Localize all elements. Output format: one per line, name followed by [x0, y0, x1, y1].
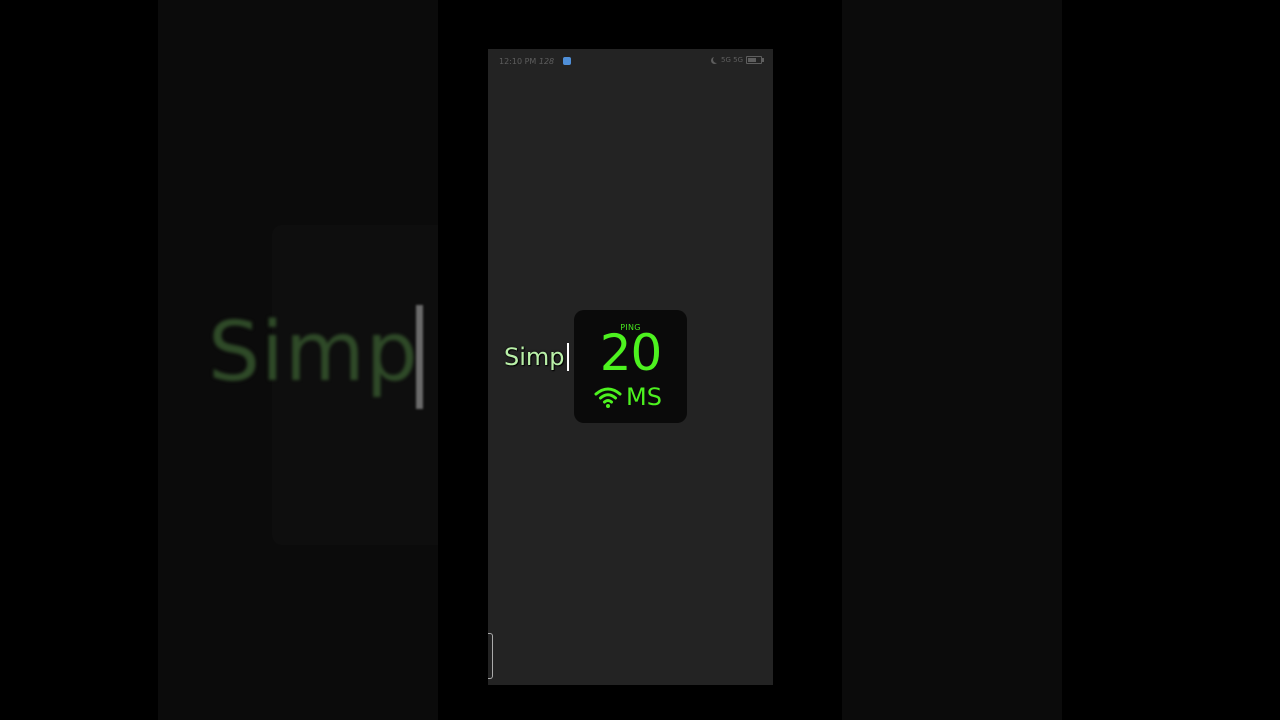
battery-level	[748, 58, 757, 62]
ping-value: 20	[599, 324, 663, 382]
status-bar: 12:10 PM 128 5G 5G	[488, 49, 773, 73]
status-icons: 5G 5G	[711, 56, 764, 64]
notification-app-icon	[563, 57, 571, 65]
status-time: 12:10 PM 128	[499, 57, 555, 66]
do-not-disturb-icon	[713, 56, 720, 63]
blurred-background-right	[842, 0, 1062, 720]
wifi-icon	[594, 387, 622, 408]
edge-panel-handle[interactable]	[488, 633, 493, 679]
ping-unit-row: MS	[593, 385, 662, 409]
text-cursor	[566, 343, 569, 371]
blurred-typed-text: Simp	[208, 305, 419, 400]
ping-widget[interactable]: PING 20 MS	[574, 310, 687, 423]
phone-screen: 12:10 PM 128 5G 5G Simp PING 20 MS	[488, 49, 773, 685]
signal-icon: 5G 5G	[721, 56, 743, 64]
blurred-text-cursor	[416, 305, 423, 409]
text-input-area[interactable]: Simp	[504, 343, 569, 371]
ping-unit: MS	[626, 383, 662, 411]
typed-text: Simp	[504, 343, 565, 371]
video-frame: Simp 12:10 PM 128 5G 5G Simp PING 20 MS	[0, 0, 1280, 720]
battery-icon	[746, 56, 764, 64]
